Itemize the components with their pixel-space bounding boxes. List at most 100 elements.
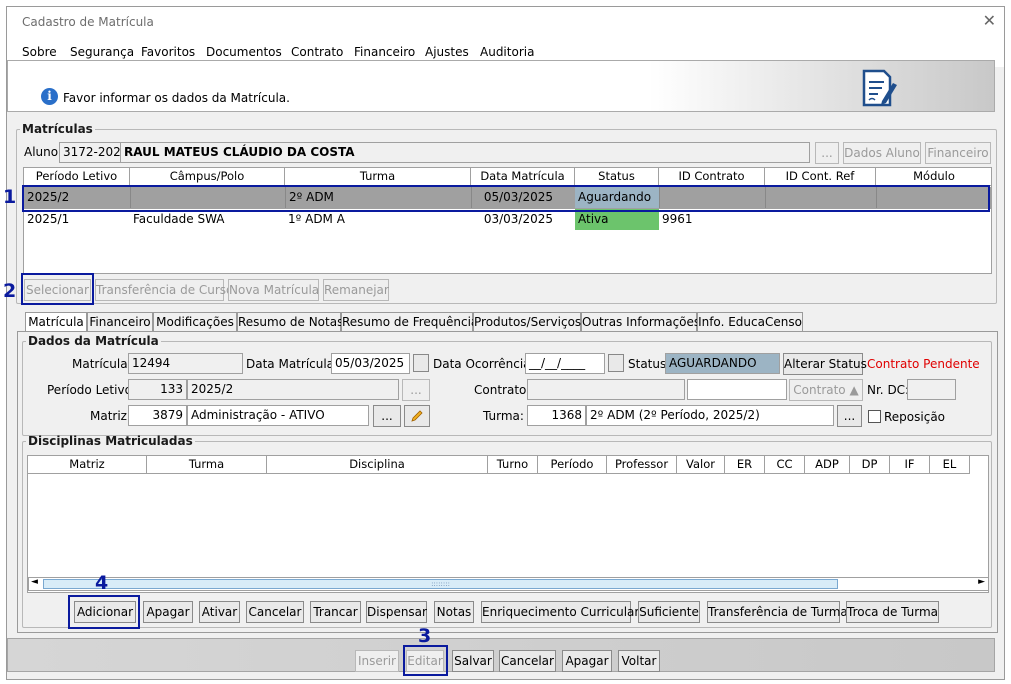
col-matriz[interactable]: Matriz [28, 456, 147, 474]
col-dp[interactable]: DP [850, 456, 890, 474]
periodo-lookup-button[interactable]: ... [402, 379, 430, 401]
col-valor[interactable]: Valor [677, 456, 725, 474]
turma-lookup-button[interactable]: ... [837, 405, 862, 427]
troca-turma-button[interactable]: Troca de Turma [846, 601, 939, 623]
status-field: AGUARDANDO [665, 353, 780, 374]
transferencia-curso-button[interactable]: Transferência de Curso [95, 279, 233, 301]
col-turma[interactable]: Turma [285, 168, 471, 186]
matriz-lookup-button[interactable]: ... [373, 405, 401, 427]
ativar-button[interactable]: Ativar [199, 601, 240, 623]
col-turno[interactable]: Turno [488, 456, 538, 474]
data-ocorrencia-field[interactable]: __/__/____ [525, 353, 605, 374]
dados-aluno-button[interactable]: Dados Aluno [843, 142, 921, 164]
tab-matricula[interactable]: Matrícula [25, 312, 87, 333]
cell-contrato: 9961 [662, 212, 693, 226]
col-turma[interactable]: Turma [147, 456, 267, 474]
col-id-contrato[interactable]: ID Contrato [659, 168, 765, 186]
notas-button[interactable]: Notas [434, 601, 474, 623]
calendar-icon[interactable] [413, 354, 429, 372]
menu-auditoria[interactable]: Auditoria [480, 45, 534, 59]
nrdc-label: Nr. DC: [867, 383, 910, 397]
voltar-button[interactable]: Voltar [618, 650, 660, 672]
turma-code-field[interactable]: 1368 [527, 405, 586, 426]
tab-resumo-frequencia[interactable]: Resumo de Frequência [341, 312, 478, 332]
cancelar-bottom-button[interactable]: Cancelar [499, 650, 556, 672]
highlight-selected-row [22, 185, 990, 212]
financeiro-button[interactable]: Financeiro [925, 142, 991, 164]
horizontal-scrollbar[interactable]: ◄ :::::::: ► [28, 577, 989, 591]
scroll-right-icon[interactable]: ► [978, 577, 985, 587]
scrollbar-thumb[interactable]: :::::::: [43, 579, 838, 589]
aluno-name-field[interactable]: RAUL MATEUS CLÁUDIO DA COSTA [120, 142, 810, 163]
transferencia-turma-button[interactable]: Transferência de Turma [707, 601, 848, 623]
tab-info-educacenso[interactable]: Info. EducaCenso [697, 312, 803, 332]
col-el[interactable]: EL [930, 456, 970, 474]
menu-favoritos[interactable]: Favoritos [141, 45, 195, 59]
suficiente-button[interactable]: Suficiente [638, 601, 700, 623]
tab-outras-informacoes[interactable]: Outras Informações [581, 312, 700, 332]
annotation-1: 1 [3, 186, 17, 208]
tab-resumo-notas[interactable]: Resumo de Notas [237, 312, 343, 332]
col-periodo[interactable]: Período [538, 456, 607, 474]
dispensar-button[interactable]: Dispensar [366, 601, 427, 623]
contrato-extra-field[interactable] [687, 379, 787, 400]
contrato-field[interactable] [527, 379, 685, 400]
apagar-bottom-button[interactable]: Apagar [562, 650, 612, 672]
col-adp[interactable]: ADP [805, 456, 850, 474]
scroll-left-icon[interactable]: ◄ [31, 577, 38, 587]
matriz-field[interactable]: Administração - ATIVO [187, 405, 369, 426]
annotation-2: 2 [3, 280, 17, 302]
col-modulo[interactable]: Módulo [876, 168, 991, 186]
menu-seguranca[interactable]: Segurança [70, 45, 134, 59]
apagar-button[interactable]: Apagar [143, 601, 193, 623]
triangle-up-icon: ▲ [849, 383, 859, 397]
col-professor[interactable]: Professor [607, 456, 677, 474]
matricula-field[interactable]: 12494 [128, 353, 243, 374]
menu-sobre[interactable]: Sobre [22, 45, 57, 59]
cell-turma: 1º ADM A [288, 212, 345, 226]
col-cc[interactable]: CC [765, 456, 805, 474]
cancelar-button[interactable]: Cancelar [246, 601, 304, 623]
alterar-status-button[interactable]: Alterar Status [783, 353, 867, 375]
calendar-icon[interactable] [608, 354, 624, 372]
col-periodo[interactable]: Período Letivo [24, 168, 130, 186]
annotation-3: 3 [418, 625, 432, 647]
tab-produtos-servicos[interactable]: Produtos/Serviços [473, 312, 581, 332]
salvar-button[interactable]: Salvar [452, 650, 494, 672]
periodo-code-field[interactable]: 133 [128, 379, 187, 400]
pencil-icon[interactable] [404, 405, 430, 427]
nrdc-field[interactable] [907, 379, 956, 400]
matriz-code-field[interactable]: 3879 [128, 405, 187, 426]
col-er[interactable]: ER [725, 456, 765, 474]
aluno-code-field[interactable]: 3172-2024 [59, 142, 121, 163]
enriquecimento-curricular-button[interactable]: Enriquecimento Curricular [481, 601, 639, 623]
aluno-lookup-button[interactable]: ... [815, 142, 839, 164]
contrato-pendente-text: Contrato Pendente [867, 357, 980, 371]
col-if[interactable]: IF [890, 456, 930, 474]
menu-financeiro[interactable]: Financeiro [354, 45, 415, 59]
menu-ajustes[interactable]: Ajustes [425, 45, 469, 59]
menu-contrato[interactable]: Contrato [291, 45, 343, 59]
col-data-matricula[interactable]: Data Matrícula [471, 168, 575, 186]
nova-matricula-button[interactable]: Nova Matrícula [228, 279, 319, 301]
turma-field[interactable]: 2º ADM (2º Período, 2025/2) [586, 405, 834, 426]
data-matricula-field[interactable]: 05/03/2025 [331, 353, 410, 374]
contrato-dropdown-button[interactable]: Contrato ▲ [789, 379, 863, 401]
reposicao-checkbox[interactable] [868, 410, 881, 423]
disciplinas-legend: Disciplinas Matriculadas [28, 434, 193, 448]
col-id-cont-ref[interactable]: ID Cont. Ref [765, 168, 876, 186]
inserir-button[interactable]: Inserir [355, 650, 399, 672]
table-row[interactable]: 2025/1 Faculdade SWA 1º ADM A 03/03/2025… [24, 209, 991, 231]
tab-modificacoes[interactable]: Modificações [153, 312, 237, 332]
col-disciplina[interactable]: Disciplina [267, 456, 488, 474]
col-campus[interactable]: Câmpus/Polo [130, 168, 285, 186]
matricula-label: Matrícula: [72, 357, 132, 371]
dados-legend: Dados da Matrícula [28, 334, 159, 348]
tab-financeiro[interactable]: Financeiro [87, 312, 153, 332]
trancar-button[interactable]: Trancar [310, 601, 361, 623]
periodo-field[interactable]: 2025/2 [187, 379, 399, 400]
col-status[interactable]: Status [575, 168, 659, 186]
menu-documentos[interactable]: Documentos [206, 45, 282, 59]
close-icon[interactable]: ✕ [983, 11, 996, 30]
remanejar-button[interactable]: Remanejar [323, 279, 389, 301]
